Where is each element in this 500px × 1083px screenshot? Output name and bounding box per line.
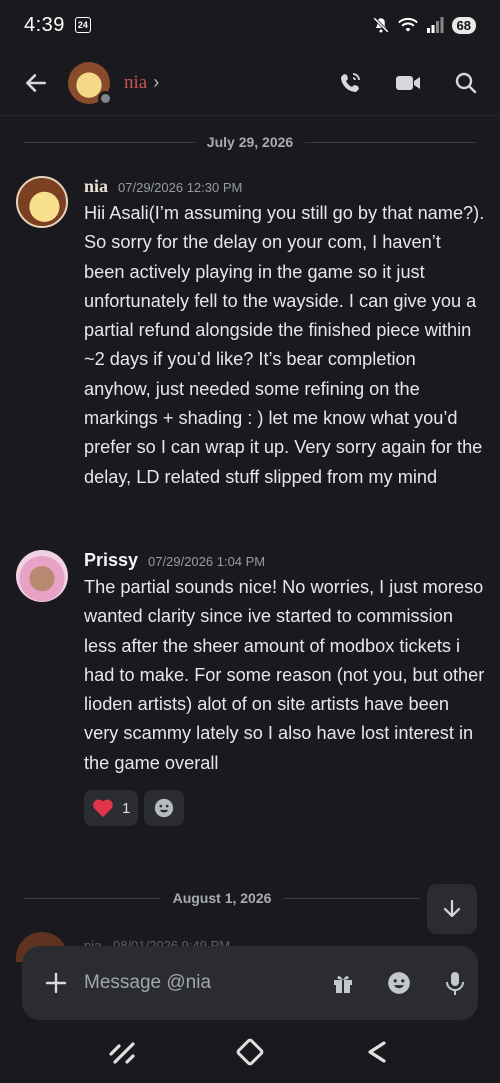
gift-icon[interactable] — [329, 969, 357, 997]
message-header: nia 07/29/2026 12:30 PM — [84, 176, 486, 197]
signal-icon — [426, 17, 444, 33]
status-badge: 24 — [74, 17, 91, 33]
message-item[interactable]: nia 07/29/2026 12:30 PM Hii Asali(I’m as… — [16, 176, 486, 492]
avatar[interactable] — [68, 61, 113, 106]
date-divider: July 29, 2026 — [0, 134, 500, 150]
microphone-icon[interactable] — [441, 969, 469, 997]
message-timestamp: 07/29/2026 12:30 PM — [118, 180, 243, 195]
message-composer — [22, 946, 478, 1020]
wifi-icon — [397, 17, 418, 32]
home-icon[interactable] — [232, 1034, 268, 1070]
status-indicator — [98, 90, 113, 106]
chat-header: nia › — [0, 50, 500, 116]
message-author[interactable]: nia — [84, 176, 108, 197]
plus-icon[interactable] — [44, 969, 68, 997]
divider-line — [24, 897, 161, 899]
date-label: July 29, 2026 — [206, 134, 294, 150]
composer-actions — [329, 969, 469, 997]
video-camera-icon[interactable] — [394, 69, 422, 97]
message-timestamp: 07/29/2026 1:04 PM — [148, 554, 266, 569]
header-actions — [336, 69, 480, 97]
search-icon[interactable] — [452, 69, 480, 97]
contact-name[interactable]: nia — [124, 72, 147, 94]
phone-call-icon[interactable] — [336, 69, 364, 97]
message-body: nia 07/29/2026 12:30 PM Hii Asali(I’m as… — [84, 176, 486, 492]
chevron-right-icon[interactable]: › — [153, 72, 159, 93]
recents-icon[interactable] — [105, 1034, 141, 1070]
status-time: 4:39 — [24, 13, 65, 36]
message-item[interactable]: Prissy 07/29/2026 1:04 PM The partial so… — [16, 550, 486, 827]
message-text: Hii Asali(I’m assuming you still go by t… — [84, 203, 485, 487]
reaction-heart[interactable]: 1 — [84, 790, 139, 827]
system-nav-bar — [0, 1020, 500, 1083]
emoji-icon[interactable] — [385, 969, 413, 997]
date-divider: August 1, 2026 — [0, 890, 500, 906]
arrow-down-icon — [443, 899, 461, 918]
divider-line — [24, 141, 195, 143]
message-header: Prissy 07/29/2026 1:04 PM — [84, 550, 486, 571]
mute-icon — [372, 17, 389, 33]
message-body: Prissy 07/29/2026 1:04 PM The partial so… — [84, 550, 486, 827]
date-label: August 1, 2026 — [172, 890, 272, 906]
divider-line — [283, 897, 421, 899]
avatar[interactable] — [16, 176, 68, 228]
add-reaction-button[interactable] — [144, 790, 185, 827]
message-input[interactable] — [84, 972, 329, 994]
emoji-icon — [155, 798, 174, 818]
heart-icon — [93, 799, 113, 818]
reactions: 1 — [84, 790, 486, 827]
message-author[interactable]: Prissy — [84, 550, 138, 571]
message-text: The partial sounds nice! No worries, I j… — [84, 577, 485, 773]
divider-line — [305, 141, 476, 143]
back-arrow-icon[interactable] — [20, 67, 52, 99]
status-bar: 4:39 24 68 — [0, 0, 500, 50]
reaction-count: 1 — [122, 799, 131, 817]
avatar[interactable] — [16, 550, 68, 602]
back-icon[interactable] — [359, 1034, 395, 1070]
status-icons: 68 — [372, 16, 476, 34]
scroll-to-bottom-button[interactable] — [427, 884, 477, 934]
battery-icon: 68 — [451, 16, 476, 34]
